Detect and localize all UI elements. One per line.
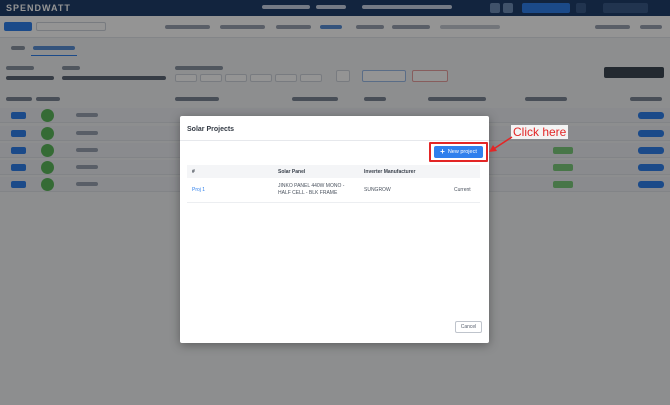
- column-header-solar-panel: Solar Panel: [278, 169, 306, 175]
- project-link[interactable]: Proj 1: [192, 187, 205, 194]
- modal-title: Solar Projects: [187, 126, 235, 133]
- column-header-number: #: [192, 169, 195, 175]
- annotation-highlight-box: [429, 142, 488, 162]
- project-status: Current: [454, 187, 471, 193]
- table-row: Proj 1 JINKO PANEL 440W MONO - HALF CELL…: [187, 178, 480, 203]
- solar-projects-modal: Solar Projects + New project # Solar Pan…: [180, 116, 489, 343]
- cancel-button[interactable]: Cancel: [455, 321, 482, 333]
- solar-panel-line2: HALF CELL - BLK FRAME: [278, 190, 338, 196]
- modal-divider: [180, 140, 489, 141]
- inverter-manufacturer: SUNGROW: [364, 187, 391, 193]
- solar-panel-line1: JINKO PANEL 440W MONO -: [278, 183, 345, 189]
- column-header-inverter: Inverter Manufacturer: [364, 169, 416, 175]
- click-here-annotation: Click here: [511, 125, 569, 139]
- table-header: # Solar Panel Inverter Manufacturer: [187, 165, 480, 178]
- projects-table: # Solar Panel Inverter Manufacturer Proj…: [187, 165, 480, 203]
